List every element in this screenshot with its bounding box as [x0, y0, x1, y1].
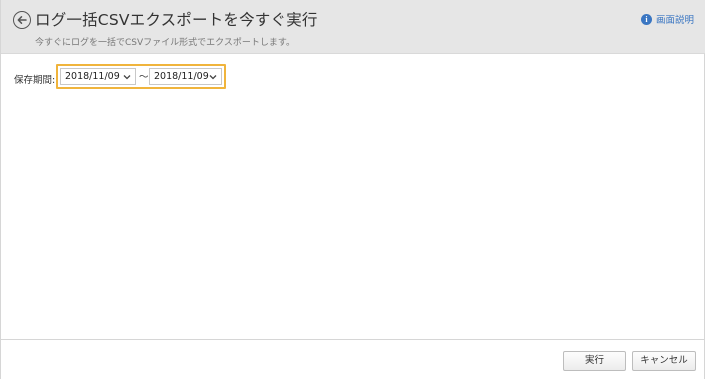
page-header: ログ一括CSVエクスポートを今すぐ実行 今すぐにログを一括でCSVファイル形式で… [1, 0, 705, 54]
screen-help-label: 画面説明 [655, 15, 694, 26]
cancel-button[interactable]: キャンセル [632, 351, 696, 371]
date-range-selector: 2018/11/09 ～ 2018/11/09 [56, 64, 226, 89]
from-date-value: 2018/11/09 [65, 71, 120, 82]
from-date-select[interactable]: 2018/11/09 [60, 68, 136, 85]
info-icon: i [640, 13, 652, 25]
page-subtitle: 今すぐにログを一括でCSVファイル形式でエクスポートします。 [35, 38, 295, 48]
screen-help-link[interactable]: i 画面説明 [640, 12, 694, 26]
retention-period-label: 保存期間: [14, 75, 56, 86]
to-date-select[interactable]: 2018/11/09 [149, 68, 222, 85]
chevron-down-icon [209, 75, 217, 80]
page-title: ログ一括CSVエクスポートを今すぐ実行 [35, 11, 318, 29]
date-range-separator: ～ [139, 72, 149, 83]
run-button[interactable]: 実行 [563, 351, 626, 371]
chevron-down-icon [123, 75, 131, 80]
window-frame: ログ一括CSVエクスポートを今すぐ実行 今すぐにログを一括でCSVファイル形式で… [0, 0, 705, 379]
back-button[interactable] [13, 11, 31, 29]
to-date-value: 2018/11/09 [154, 71, 209, 82]
arrow-left-circle-icon [17, 16, 27, 24]
footer-divider [1, 339, 705, 340]
